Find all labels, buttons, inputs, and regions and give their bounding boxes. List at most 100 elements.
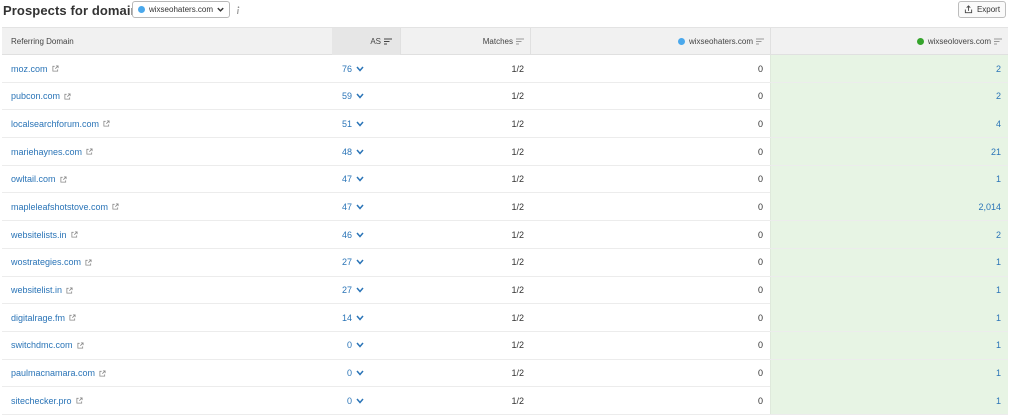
- matches-cell: 1/2: [511, 395, 524, 406]
- as-cell[interactable]: 47: [332, 166, 400, 193]
- as-value: 0: [346, 395, 352, 406]
- domain-link[interactable]: mapleleafshotstove.com: [11, 202, 108, 212]
- competitor-value-cell[interactable]: 2: [770, 55, 1008, 82]
- export-label: Export: [976, 5, 1001, 14]
- domain-link[interactable]: switchdmc.com: [11, 340, 73, 350]
- domain-cell: websitelist.in: [2, 277, 332, 304]
- chevron-down-icon: [356, 259, 364, 265]
- header-own-domain-label: wixseohaters.com: [688, 37, 753, 46]
- domain-cell: mapleleafshotstove.com: [2, 193, 332, 220]
- as-value: 76: [341, 63, 352, 74]
- external-link-icon[interactable]: [64, 93, 71, 100]
- external-link-icon[interactable]: [51, 65, 59, 72]
- domain-cell: localsearchforum.com: [2, 110, 332, 137]
- table-row: websitelists.in 46 1/2 0 2: [2, 221, 1008, 249]
- own-domain-value-cell: 0: [757, 63, 763, 74]
- as-cell[interactable]: 48: [332, 138, 400, 165]
- domain-color-dot: [138, 6, 145, 13]
- info-icon[interactable]: [235, 6, 241, 15]
- domain-cell: pubcon.com: [2, 83, 332, 110]
- header-competitor-domain[interactable]: wixseolovers.com: [770, 28, 1008, 55]
- competitor-value-cell[interactable]: 1: [770, 304, 1008, 332]
- table-row: digitalrage.fm 14 1/2 0 1: [2, 304, 1008, 332]
- domain-link[interactable]: websitelist.in: [11, 285, 62, 295]
- domain-link[interactable]: wostrategies.com: [11, 257, 81, 267]
- domain-link[interactable]: paulmacnamara.com: [11, 368, 95, 378]
- domain-link[interactable]: localsearchforum.com: [11, 119, 99, 129]
- as-cell[interactable]: 0: [332, 360, 400, 387]
- domain-selector[interactable]: wixseohaters.com: [132, 1, 230, 18]
- as-value: 27: [341, 257, 352, 268]
- as-cell[interactable]: 51: [332, 110, 400, 137]
- as-value: 51: [341, 118, 352, 129]
- header-matches[interactable]: Matches: [400, 28, 530, 55]
- domain-link[interactable]: mariehaynes.com: [11, 147, 82, 157]
- competitor-value-cell[interactable]: 21: [770, 138, 1008, 166]
- header-referring-domain-label: Referring Domain: [11, 37, 74, 46]
- domain-cell: switchdmc.com: [2, 332, 332, 359]
- domain-selector-value: wixseohaters.com: [149, 5, 214, 14]
- external-link-icon[interactable]: [66, 286, 73, 294]
- matches-cell: 1/2: [511, 201, 524, 212]
- competitor-value-cell[interactable]: 1: [770, 387, 1008, 415]
- external-link-icon[interactable]: [76, 397, 83, 404]
- matches-cell: 1/2: [511, 312, 524, 323]
- table-row: owltail.com 47 1/2 0 1: [2, 165, 1008, 194]
- as-cell[interactable]: 14: [332, 304, 400, 331]
- own-domain-value-cell: 0: [757, 201, 763, 212]
- competitor-value-cell[interactable]: 4: [770, 110, 1008, 138]
- competitor-value-cell[interactable]: 2: [770, 221, 1008, 249]
- chevron-down-icon: [356, 370, 364, 376]
- table-body: moz.com 76 1/2 0 2 pubcon.com 59 1/2 0 2…: [2, 55, 1008, 415]
- own-domain-value-cell: 0: [757, 91, 763, 102]
- external-link-icon[interactable]: [59, 176, 67, 183]
- domain-link[interactable]: websitelists.in: [11, 230, 67, 240]
- table-row: mariehaynes.com 48 1/2 0 21: [2, 138, 1008, 166]
- as-cell[interactable]: 76: [332, 55, 400, 82]
- external-link-icon[interactable]: [99, 370, 106, 377]
- as-cell[interactable]: 47: [332, 193, 400, 220]
- own-domain-value-cell: 0: [757, 229, 763, 240]
- table-row: sitechecker.pro 0 1/2 0 1: [2, 387, 1008, 415]
- competitor-value-cell[interactable]: 2,014: [770, 193, 1008, 221]
- competitor-value-cell[interactable]: 1: [770, 248, 1008, 276]
- competitor-value-cell[interactable]: 1: [770, 165, 1008, 193]
- as-cell[interactable]: 0: [332, 387, 400, 414]
- external-link-icon[interactable]: [76, 342, 84, 349]
- as-value: 46: [341, 229, 352, 240]
- prospects-table: Referring Domain AS Matches wixseohaters…: [2, 27, 1008, 415]
- as-cell[interactable]: 46: [332, 221, 400, 248]
- matches-cell: 1/2: [511, 368, 524, 379]
- export-button[interactable]: Export: [958, 1, 1006, 18]
- as-cell[interactable]: 27: [332, 277, 400, 304]
- page-header: Prospects for domain: wixseohaters.com E…: [0, 0, 1010, 22]
- table-row: wostrategies.com 27 1/2 0 1: [2, 248, 1008, 277]
- domain-link[interactable]: pubcon.com: [11, 91, 60, 101]
- header-own-domain[interactable]: wixseohaters.com: [530, 28, 770, 55]
- competitor-value-cell[interactable]: 1: [770, 359, 1008, 387]
- header-as[interactable]: AS: [332, 28, 400, 55]
- competitor-value-cell[interactable]: 1: [770, 331, 1008, 359]
- external-link-icon[interactable]: [85, 259, 92, 266]
- external-link-icon[interactable]: [103, 120, 110, 127]
- as-cell[interactable]: 27: [332, 249, 400, 276]
- header-matches-label: Matches: [482, 37, 513, 46]
- external-link-icon[interactable]: [112, 203, 119, 210]
- as-value: 27: [341, 285, 352, 295]
- domain-link[interactable]: owltail.com: [11, 174, 56, 184]
- domain-link[interactable]: digitalrage.fm: [11, 313, 65, 323]
- as-cell[interactable]: 0: [332, 332, 400, 359]
- export-icon: [964, 5, 973, 14]
- external-link-icon[interactable]: [71, 231, 78, 238]
- domain-cell: websitelists.in: [2, 221, 332, 248]
- sort-icon: [384, 38, 392, 45]
- as-cell[interactable]: 59: [332, 83, 400, 110]
- competitor-value-cell[interactable]: 2: [770, 82, 1008, 110]
- competitor-value-cell[interactable]: 1: [770, 276, 1008, 304]
- external-link-icon[interactable]: [69, 314, 76, 321]
- sort-icon: [756, 38, 764, 45]
- as-value: 48: [341, 146, 352, 157]
- domain-link[interactable]: sitechecker.pro: [11, 396, 72, 406]
- domain-link[interactable]: moz.com: [11, 64, 48, 74]
- external-link-icon[interactable]: [86, 148, 93, 155]
